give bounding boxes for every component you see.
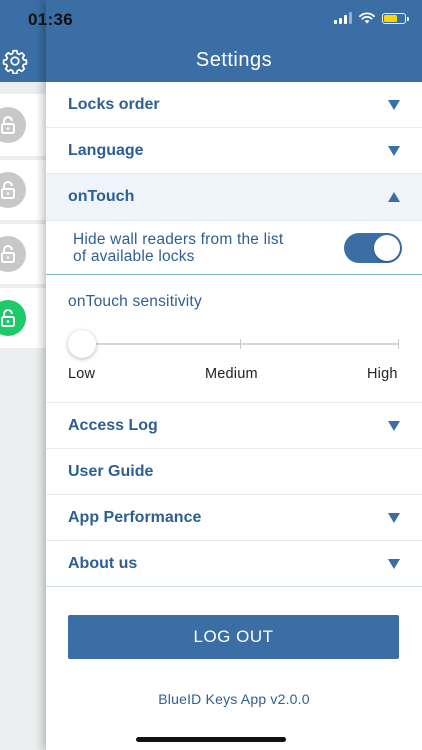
sensitivity-medium-label: Medium: [205, 366, 258, 382]
lock-item[interactable]: [0, 94, 46, 156]
about-us-label: About us: [68, 554, 138, 572]
lock-icon: [0, 107, 26, 143]
access-log-label: Access Log: [68, 416, 158, 434]
locks-order-label: Locks order: [68, 95, 160, 113]
hide-wall-readers-label: Hide wall readers from the list of avail…: [73, 231, 333, 265]
triangle-down-icon: [388, 420, 400, 431]
user-guide-label: User Guide: [68, 462, 154, 480]
ontouch-row[interactable]: onTouch: [46, 174, 422, 221]
ontouch-label: onTouch: [68, 188, 135, 205]
hide-wall-readers-line1: Hide wall readers from the list: [73, 231, 284, 248]
slider-tick: [398, 339, 399, 349]
slider-thumb[interactable]: [68, 330, 96, 358]
lock-list-background: [0, 0, 48, 750]
app-performance-label: App Performance: [68, 508, 202, 526]
hide-wall-readers-line2: of available locks: [73, 248, 195, 265]
lock-icon: [0, 172, 26, 208]
page-title: Settings: [195, 49, 273, 71]
app-performance-row[interactable]: App Performance: [46, 495, 422, 541]
triangle-up-icon: [388, 192, 400, 202]
gear-icon[interactable]: [2, 48, 28, 74]
locks-order-row[interactable]: Locks order: [46, 82, 422, 128]
language-label: Language: [68, 141, 144, 159]
lock-item[interactable]: [0, 288, 46, 348]
settings-header: Settings: [46, 0, 422, 82]
sensitivity-label: onTouch sensitivity: [68, 293, 202, 310]
about-us-row[interactable]: About us: [46, 541, 422, 587]
settings-panel: Settings Locks order Language onTouch Hi…: [46, 0, 422, 750]
toggle-knob: [374, 235, 400, 261]
triangle-down-icon: [388, 99, 400, 110]
access-log-row[interactable]: Access Log: [46, 402, 422, 449]
lock-item[interactable]: [0, 224, 46, 284]
app-version: BlueID Keys App v2.0.0: [158, 691, 310, 707]
user-guide-row[interactable]: User Guide: [46, 449, 422, 495]
sensitivity-low-label: Low: [68, 366, 96, 382]
home-indicator[interactable]: [136, 737, 286, 742]
lock-icon: [0, 300, 26, 336]
sensitivity-slider[interactable]: [68, 330, 399, 358]
logout-button[interactable]: LOG OUT: [68, 615, 399, 659]
triangle-down-icon: [388, 145, 400, 156]
lock-icon: [0, 236, 26, 272]
lock-list-header: [0, 0, 48, 82]
sensitivity-high-label: High: [367, 366, 398, 382]
hide-wall-readers-row: Hide wall readers from the list of avail…: [46, 221, 422, 275]
triangle-down-icon: [388, 558, 400, 569]
hide-wall-readers-toggle[interactable]: [344, 233, 402, 263]
slider-tick: [240, 339, 241, 349]
lock-item[interactable]: [0, 160, 46, 220]
triangle-down-icon: [388, 512, 400, 523]
language-row[interactable]: Language: [46, 128, 422, 174]
